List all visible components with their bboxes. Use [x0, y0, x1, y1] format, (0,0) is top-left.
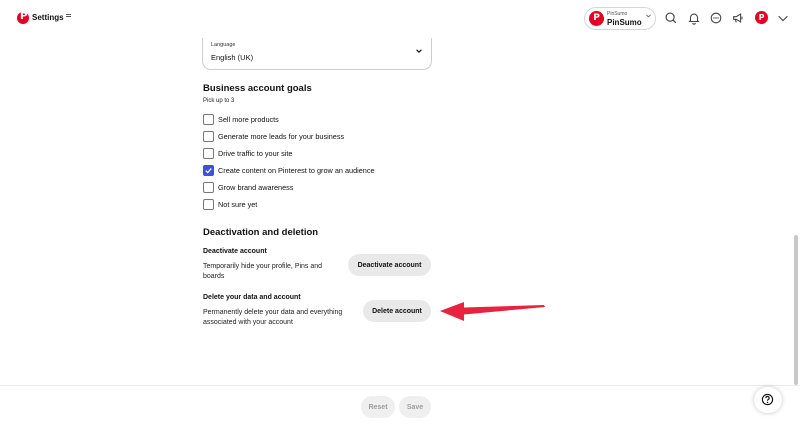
account-small-label: PinSumo	[607, 11, 628, 17]
chevron-down-icon	[646, 14, 651, 18]
account-name: PinSumo	[607, 18, 642, 27]
goal-label: Grow brand awareness	[218, 183, 294, 192]
checkbox[interactable]	[203, 199, 214, 210]
check-icon	[205, 168, 212, 174]
goals-hint: Pick up to 3	[203, 98, 235, 104]
help-button[interactable]	[754, 387, 782, 413]
account-switcher[interactable]: P PinSumo PinSumo	[584, 7, 656, 30]
delete-description: Permanently delete your data and everyth…	[203, 309, 343, 326]
account-avatar: P	[589, 11, 604, 26]
help-icon	[761, 393, 774, 406]
deactivation-heading: Deactivation and deletion	[203, 227, 319, 238]
language-select[interactable]: Language English (UK)	[202, 38, 432, 70]
bell-icon[interactable]	[687, 11, 701, 25]
scrollbar[interactable]	[794, 235, 798, 385]
checkbox[interactable]	[203, 114, 214, 125]
deactivate-title: Deactivate account	[203, 248, 267, 255]
goal-label: Not sure yet	[218, 200, 258, 209]
save-button[interactable]: Save	[399, 396, 431, 418]
top-bar: Settings P PinSumo PinSumo P	[0, 0, 800, 38]
goal-label: Sell more products	[218, 115, 279, 124]
footer-bar: Reset Save	[0, 385, 800, 425]
checkbox-checked[interactable]	[203, 165, 214, 176]
goals-heading: Business account goals	[203, 83, 312, 94]
menu-icon[interactable]	[66, 14, 71, 19]
delete-account-button[interactable]: Delete account	[363, 300, 431, 322]
profile-avatar[interactable]: P	[755, 11, 768, 24]
checkbox[interactable]	[203, 131, 214, 142]
annotation-arrow-icon	[440, 302, 545, 321]
megaphone-icon[interactable]	[731, 11, 745, 25]
page-title: Settings	[32, 13, 64, 22]
pinterest-logo-icon[interactable]	[17, 11, 29, 24]
messages-icon[interactable]	[709, 11, 723, 25]
goal-label: Drive traffic to your site	[218, 149, 293, 158]
deactivate-account-button[interactable]: Deactivate account	[348, 254, 431, 276]
search-icon[interactable]	[664, 11, 678, 25]
chevron-down-icon[interactable]	[776, 11, 790, 25]
checkbox[interactable]	[203, 182, 214, 193]
language-value: English (UK)	[211, 53, 254, 62]
goal-label: Create content on Pinterest to grow an a…	[218, 166, 375, 175]
reset-button[interactable]: Reset	[361, 396, 395, 418]
deactivate-description: Temporarily hide your profile, Pins and …	[203, 263, 323, 280]
chevron-down-icon	[416, 49, 422, 54]
delete-title: Delete your data and account	[203, 294, 301, 301]
goal-label: Generate more leads for your business	[218, 132, 345, 141]
language-label: Language	[211, 42, 236, 48]
checkbox[interactable]	[203, 148, 214, 159]
